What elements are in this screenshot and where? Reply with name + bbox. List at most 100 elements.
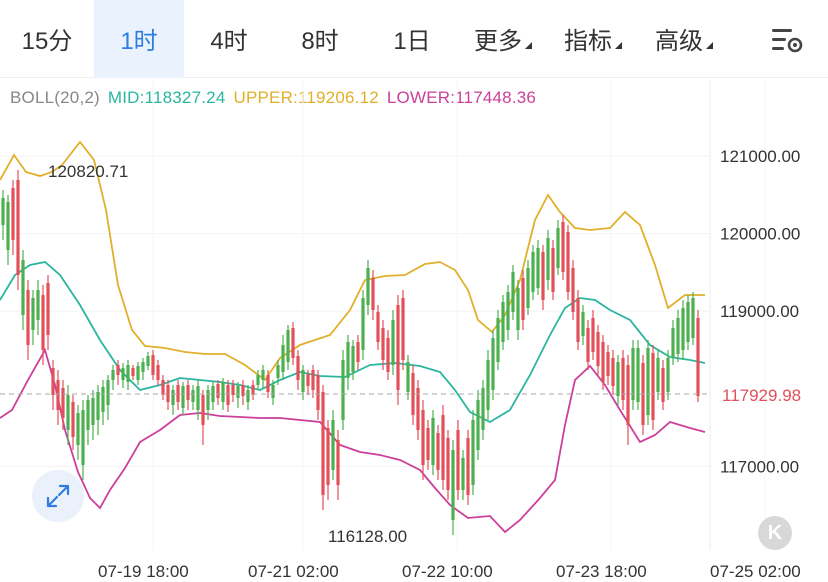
candle-body xyxy=(356,342,360,362)
candle-body xyxy=(31,298,35,330)
candle xyxy=(316,370,320,420)
candlestick-chart[interactable]: 117929.98 120820.71 116128.00 121000.00 1… xyxy=(0,80,828,582)
candle-body xyxy=(161,380,165,395)
candle xyxy=(86,395,90,445)
tab-label: 15分 xyxy=(21,28,73,55)
candle xyxy=(626,355,630,445)
time-tick: 07-21 02:00 xyxy=(248,562,339,581)
candle-body xyxy=(96,392,100,420)
candle xyxy=(576,290,580,350)
candle xyxy=(436,425,440,480)
candle-body xyxy=(61,388,65,418)
candle xyxy=(451,440,455,535)
candle xyxy=(501,295,505,350)
candle-body xyxy=(436,433,440,470)
candle-body xyxy=(11,188,15,240)
candle-body xyxy=(431,418,435,465)
price-axis: 121000.00 120000.00 119000.00 117000.00 xyxy=(720,147,800,476)
candle xyxy=(506,285,510,340)
candle xyxy=(81,400,85,480)
candle xyxy=(466,430,470,505)
price-tick: 121000.00 xyxy=(720,147,800,166)
candle xyxy=(181,382,185,415)
candle xyxy=(656,350,660,400)
chart-overlay: 117929.98 120820.71 116128.00 xyxy=(0,162,801,546)
candle xyxy=(476,390,480,460)
tab-label: 1时 xyxy=(120,28,158,55)
tab-4[interactable]: 1日 xyxy=(366,0,458,78)
candle-body xyxy=(566,232,570,292)
candle-body xyxy=(301,370,305,392)
tab-0[interactable]: 15分 xyxy=(0,0,94,78)
candle-body xyxy=(261,370,265,380)
candle-body xyxy=(386,338,390,372)
candle xyxy=(246,385,250,410)
candle-body xyxy=(186,385,190,400)
candle xyxy=(516,280,520,340)
candle-body xyxy=(426,428,430,460)
candle-body xyxy=(476,400,480,450)
candle-body xyxy=(326,428,330,485)
candle xyxy=(396,295,400,405)
candle xyxy=(496,310,500,370)
candle xyxy=(281,335,285,380)
candle xyxy=(546,230,550,290)
candle xyxy=(106,375,110,420)
candle-body xyxy=(311,370,315,390)
candle xyxy=(631,340,635,410)
candle xyxy=(71,395,75,450)
candle xyxy=(16,170,20,290)
tab-5[interactable]: 更多 xyxy=(458,0,548,78)
candle xyxy=(361,290,365,360)
candle-body xyxy=(86,400,90,430)
candle-body xyxy=(136,366,140,380)
candle xyxy=(141,358,145,380)
candle-body xyxy=(221,382,225,402)
candle xyxy=(146,352,150,370)
candle xyxy=(381,320,385,370)
candle-body xyxy=(556,228,560,268)
tab-1[interactable]: 1时 xyxy=(94,0,184,78)
candle-body xyxy=(376,312,380,342)
candles xyxy=(1,170,700,535)
candle-body xyxy=(546,238,550,280)
candle-body xyxy=(46,283,50,335)
k-button[interactable]: K xyxy=(758,516,792,550)
candle-body xyxy=(286,330,290,362)
tab-3[interactable]: 8时 xyxy=(274,0,366,78)
candle-body xyxy=(661,368,665,402)
candle-body xyxy=(506,292,510,330)
candle-body xyxy=(456,430,460,490)
candle xyxy=(446,430,450,500)
chart-settings-icon[interactable] xyxy=(770,26,804,54)
timeframe-tabs: 15分 1时 4时 8时 1日 更多 指标 高级 xyxy=(0,0,828,78)
tab-label: 1日 xyxy=(393,28,431,55)
candle-body xyxy=(141,362,145,372)
candle xyxy=(76,405,80,460)
candle xyxy=(286,325,290,370)
candle-body xyxy=(226,385,230,405)
candle xyxy=(96,385,100,435)
candle xyxy=(676,310,680,362)
candle-body xyxy=(646,348,650,415)
candle-body xyxy=(521,278,525,320)
candle xyxy=(1,190,5,240)
candle xyxy=(541,245,545,310)
candle-body xyxy=(371,278,375,310)
candle-body xyxy=(151,355,155,375)
candle xyxy=(341,350,345,430)
expand-button[interactable] xyxy=(32,470,84,522)
time-tick: 07-25 02:00 xyxy=(710,562,801,581)
tab-6[interactable]: 指标 xyxy=(548,0,638,78)
candle-body xyxy=(266,375,270,392)
candle xyxy=(536,240,540,295)
candle xyxy=(161,375,165,400)
candle xyxy=(636,340,640,410)
candle-body xyxy=(16,180,20,275)
candle xyxy=(321,385,325,510)
candle xyxy=(486,350,490,420)
price-tick: 120000.00 xyxy=(720,225,800,244)
tab-2[interactable]: 4时 xyxy=(184,0,274,78)
candle-body xyxy=(666,358,670,392)
tab-7[interactable]: 高级 xyxy=(638,0,730,78)
